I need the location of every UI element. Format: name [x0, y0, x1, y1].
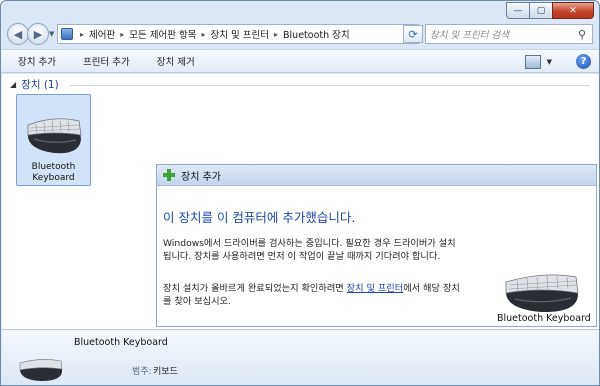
command-bar: 장치 추가 프린터 추가 장치 제거 ▼ ? [1, 49, 599, 73]
add-printer-button[interactable]: 프린터 추가 [73, 54, 140, 68]
back-button[interactable]: ◀ [7, 23, 29, 45]
help-icon[interactable]: ? [576, 54, 591, 69]
breadcrumb-separator[interactable]: ▸ [80, 30, 84, 39]
details-device-name: Bluetooth Keyboard [74, 337, 168, 348]
add-device-notification: 장치 추가 이 장치를 이 컴퓨터에 추가했습니다. Windows에서 드라이… [156, 164, 597, 327]
change-view-icon[interactable] [524, 54, 541, 69]
devices-group-header[interactable]: ◢ 장치 (1) [10, 77, 59, 92]
notification-title: 장치 추가 [181, 171, 221, 183]
device-item-bluetooth-keyboard[interactable]: Bluetooth Keyboard [16, 94, 91, 186]
notification-device-label: Bluetooth Keyboard [497, 313, 591, 324]
recent-pages-dropdown[interactable]: ▼ [49, 30, 54, 38]
explorer-window: — ▢ ✕ ◀ ▶ ▼ ▸ 제어판 ▸ 모든 제어판 항목 ▸ 장치 및 프린터… [0, 0, 600, 386]
breadcrumb-separator[interactable]: ▸ [274, 30, 278, 39]
breadcrumb-item[interactable]: 모든 제어판 항목 [129, 27, 196, 41]
breadcrumb-item[interactable]: 제어판 [89, 27, 115, 41]
collapse-caret-icon[interactable]: ◢ [10, 80, 16, 89]
keyboard-icon [505, 274, 579, 313]
view-dropdown-icon[interactable]: ▼ [547, 58, 552, 66]
search-input[interactable]: 장치 및 프린터 검색 [430, 27, 578, 41]
control-panel-icon [61, 28, 73, 40]
forward-button[interactable]: ▶ [27, 23, 49, 45]
details-pane: Bluetooth Keyboard 범주: 키보드 [2, 329, 599, 385]
keyboard-icon [19, 359, 63, 381]
notification-verify-text: 장치 설치가 올바르게 완료되었는지 확인하려면 장치 및 프린터에서 해당 장… [163, 282, 463, 308]
search-icon[interactable]: ⚲ [578, 28, 592, 41]
device-name: Bluetooth Keyboard [17, 162, 90, 184]
notification-heading: 이 장치를 이 컴퓨터에 추가했습니다. [163, 210, 356, 225]
device-name-line1: Bluetooth [31, 162, 76, 172]
device-name-line2: Keyboard [32, 173, 75, 183]
details-category-label: 범주: [132, 367, 152, 377]
caption-buttons: — ▢ ✕ [506, 2, 594, 19]
close-button[interactable]: ✕ [552, 2, 594, 19]
address-bar[interactable]: ▸ 제어판 ▸ 모든 제어판 항목 ▸ 장치 및 프린터 ▸ Bluetooth… [57, 24, 419, 44]
devices-and-printers-link[interactable]: 장치 및 프린터 [347, 283, 404, 294]
navigation-bar: ◀ ▶ ▼ ▸ 제어판 ▸ 모든 제어판 항목 ▸ 장치 및 프린터 ▸ Blu… [1, 21, 599, 47]
breadcrumb-item[interactable]: Bluetooth 장치 [283, 27, 350, 41]
keyboard-icon [27, 118, 82, 154]
devices-group-label: 장치 (1) [21, 79, 59, 91]
remove-device-button[interactable]: 장치 제거 [147, 54, 205, 68]
group-divider [70, 85, 590, 86]
minimize-button[interactable]: — [506, 2, 529, 19]
toolbar-right: ▼ ? [524, 54, 591, 69]
add-plus-icon [163, 169, 175, 181]
breadcrumb-separator[interactable]: ▸ [120, 30, 124, 39]
maximize-button[interactable]: ▢ [529, 2, 552, 19]
search-box[interactable]: 장치 및 프린터 검색 ⚲ [425, 24, 593, 44]
verify-text-pre: 장치 설치가 올바르게 완료되었는지 확인하려면 [163, 283, 347, 294]
notification-header: 장치 추가 [157, 165, 596, 186]
breadcrumb-item[interactable]: 장치 및 프린터 [211, 27, 269, 41]
details-category-value: 키보드 [153, 367, 178, 377]
add-device-button[interactable]: 장치 추가 [8, 54, 66, 68]
refresh-button[interactable]: ⟳ [403, 25, 423, 43]
breadcrumb-separator[interactable]: ▸ [202, 30, 206, 39]
notification-driver-text: Windows에서 드라이버를 검사하는 중입니다. 필요한 경우 드라이버가 … [163, 238, 456, 262]
